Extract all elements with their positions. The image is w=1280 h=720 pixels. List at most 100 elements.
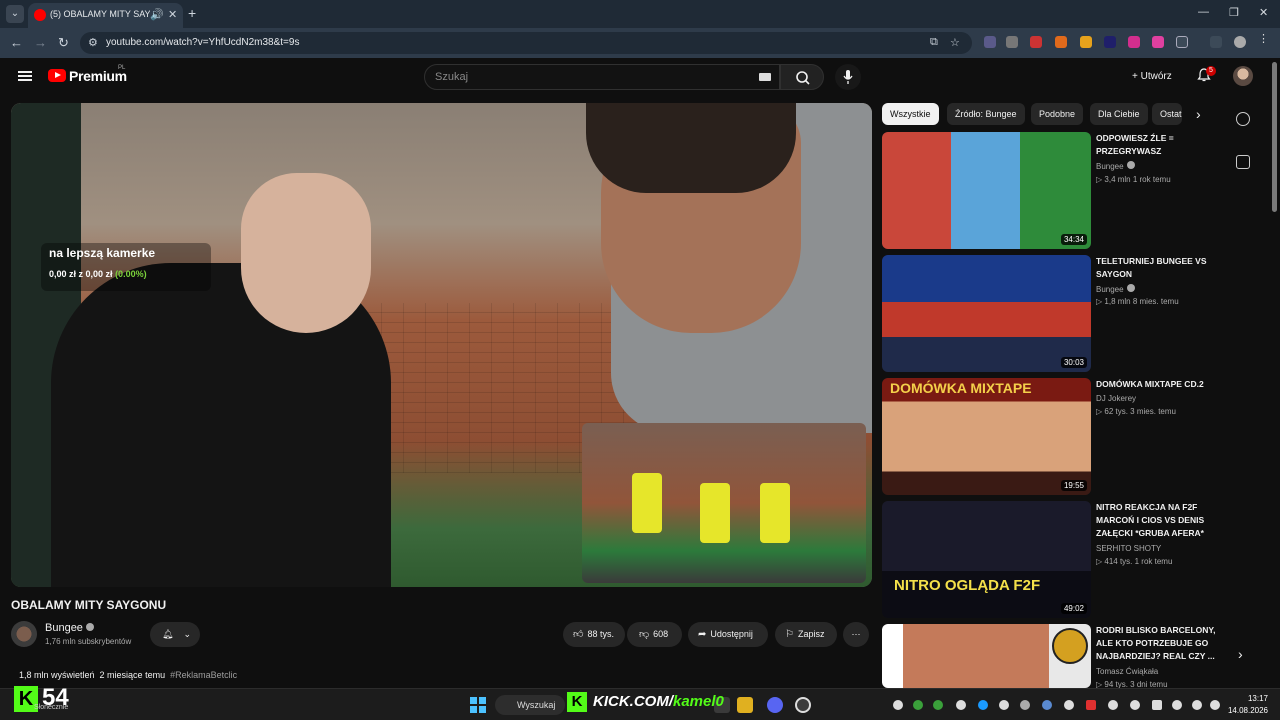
youtube-logo-icon[interactable] [48,69,66,82]
channel-name[interactable]: Bungee [45,622,94,634]
extension-icon[interactable] [1006,36,1018,48]
tray-icon[interactable] [1042,700,1052,710]
recommendation-title[interactable]: RODRI BLISKO BARCELONY, ALE KTO POTRZEBU… [1096,624,1222,663]
minimize-icon[interactable]: — [1198,6,1209,18]
bookmark-star-icon[interactable]: ☆ [950,36,960,49]
extensions-puzzle-icon[interactable] [1176,36,1188,48]
url-text[interactable]: youtube.com/watch?v=YhfUcdN2m38&t=9s [106,37,299,48]
recommendation-thumbnail[interactable]: NITRO OGLĄDA F2F 49:02 [882,501,1091,618]
tray-icon[interactable] [1086,700,1096,710]
keyboard-icon[interactable] [759,73,771,81]
recommendation-thumbnail[interactable]: 34:34 [882,132,1091,249]
extension-icon[interactable] [1080,36,1092,48]
extension-icon[interactable] [1128,36,1140,48]
search-button[interactable] [780,64,824,90]
shelf-next-chevron-icon[interactable]: › [1238,646,1243,662]
taskbar-clock[interactable]: 13:17 14.08.2026 [1224,693,1268,717]
profile-avatar-icon[interactable] [1234,36,1246,48]
tab-audio-icon[interactable]: 🔊 [150,8,164,21]
tab-search-chevron-icon[interactable]: ⌄ [6,5,24,23]
youtube-header: Premium PL Szukaj + Utwórz 5 [0,58,1280,96]
new-tab-button[interactable]: + [188,5,196,21]
subscription-bell-button[interactable]: 🔔︎ ⌄ [150,622,200,647]
install-app-icon[interactable]: ⧉ [930,36,938,49]
create-button[interactable]: + Utwórz [1124,64,1180,90]
extension-icon[interactable] [1055,36,1067,48]
tray-icon[interactable] [913,700,923,710]
chips-next-chevron-icon[interactable]: › [1196,106,1201,122]
recommendation-title[interactable]: DOMÓWKA MIXTAPE CD.2 [1096,378,1222,391]
tray-icon[interactable] [1108,700,1118,710]
windows-start-icon[interactable] [470,697,486,713]
tray-icon[interactable] [978,700,988,710]
account-avatar[interactable] [1233,66,1253,86]
chip-source-bungee[interactable]: Źródło: Bungee [947,103,1025,125]
reading-list-icon[interactable] [1210,36,1222,48]
site-info-icon[interactable]: ⚙ [88,36,98,49]
like-button[interactable]: 👍︎ 88 tys. [563,622,625,647]
recommendation-channel[interactable]: SERHITO SHOTY [1096,544,1161,553]
recommendation-thumbnail[interactable] [882,624,1091,688]
search-input[interactable]: Szukaj [424,64,780,90]
chip-recent[interactable]: Ostat [1152,103,1182,125]
more-actions-button[interactable]: ⋯ [843,622,869,647]
chrome-icon[interactable] [795,697,811,713]
volume-icon[interactable] [1192,700,1202,710]
description-header[interactable]: 1,8 mln wyświetleń 2 miesiące temu #Rekl… [19,670,237,680]
extension-icon[interactable] [1104,36,1116,48]
recommendation-channel[interactable]: Bungee [1096,161,1135,171]
tray-icon[interactable] [893,700,903,710]
tray-icon[interactable] [1130,700,1140,710]
extension-icon[interactable] [1030,36,1042,48]
tab-close-icon[interactable]: ✕ [168,8,177,21]
browser-tab-active[interactable]: (5) OBALAMY MITY SAYGON 🔊 ✕ [28,3,183,28]
maximize-icon[interactable]: ❐ [1229,6,1239,19]
file-explorer-icon[interactable] [737,697,753,713]
region-code: PL [118,65,126,71]
reload-icon[interactable]: ↻ [58,35,69,51]
recommendation-thumbnail[interactable]: DOMÓWKA MIXTAPE 19:55 [882,378,1091,495]
recommendation-thumbnail[interactable]: 30:03 [882,255,1091,372]
discord-icon[interactable] [767,697,783,713]
video-player[interactable]: na lepszą kamerke 0,00 zł z 0,00 zł (0.0… [11,103,872,587]
tray-icon[interactable] [1064,700,1074,710]
extension-icon[interactable] [1152,36,1164,48]
taskbar-search[interactable]: Wyszukaj [495,695,565,715]
speaker-icon[interactable] [1210,700,1220,710]
recommendation-title[interactable]: TELETURNIEJ BUNGEE VS SAYGON [1096,255,1222,281]
save-button[interactable]: ⚐ Zapisz [775,622,837,647]
tray-icon[interactable] [1020,700,1030,710]
network-icon[interactable] [1152,700,1162,710]
menu-hamburger-icon[interactable] [18,71,32,81]
page-scrollbar[interactable] [1272,62,1277,212]
share-button[interactable]: ➦ Udostępnij [688,622,768,647]
verified-icon [1126,161,1135,169]
chat-icon[interactable] [1236,155,1250,169]
tray-icon[interactable] [956,700,966,710]
recommendation-title[interactable]: ODPOWIESZ ŹLE = PRZEGRYWASZ [1096,132,1222,158]
browser-tab-bar: ⌄ (5) OBALAMY MITY SAYGON 🔊 ✕ + — ❐ ✕ [0,0,1280,28]
more-icon: ⋯ [851,629,861,639]
info-icon[interactable] [1236,112,1250,126]
channel-avatar[interactable] [11,621,37,647]
recommendation-meta: ▷ 3,4 mln 1 rok temu [1096,175,1171,184]
tray-icon[interactable] [933,700,943,710]
recommendation-channel[interactable]: Bungee [1096,284,1135,294]
share-icon: ➦ [698,629,707,640]
forward-icon[interactable]: → [34,35,47,50]
omnibox[interactable]: ⚙ youtube.com/watch?v=YhfUcdN2m38&t=9s ⧉… [80,32,972,54]
chip-all[interactable]: Wszystkie [882,103,939,125]
recommendation-title[interactable]: NITRO REAKCJA NA F2F MARCOŃ I CIOS VS DE… [1096,501,1222,540]
dislike-button[interactable]: 👎︎ 608 [627,622,682,647]
back-icon[interactable]: ← [10,35,23,50]
voice-search-button[interactable] [835,64,861,90]
chip-related[interactable]: Podobne [1031,103,1084,125]
close-window-icon[interactable]: ✕ [1259,6,1268,19]
tray-icon[interactable] [999,700,1009,710]
recommendation-channel[interactable]: DJ Jokerey [1096,394,1136,403]
microphone-tray-icon[interactable] [1172,700,1182,710]
chip-for-you[interactable]: Dla Ciebie [1090,103,1148,125]
extension-icon[interactable] [984,36,996,48]
recommendation-channel[interactable]: Tomasz Ćwiąkała [1096,667,1158,676]
browser-menu-icon[interactable]: ⋮ [1258,32,1270,45]
